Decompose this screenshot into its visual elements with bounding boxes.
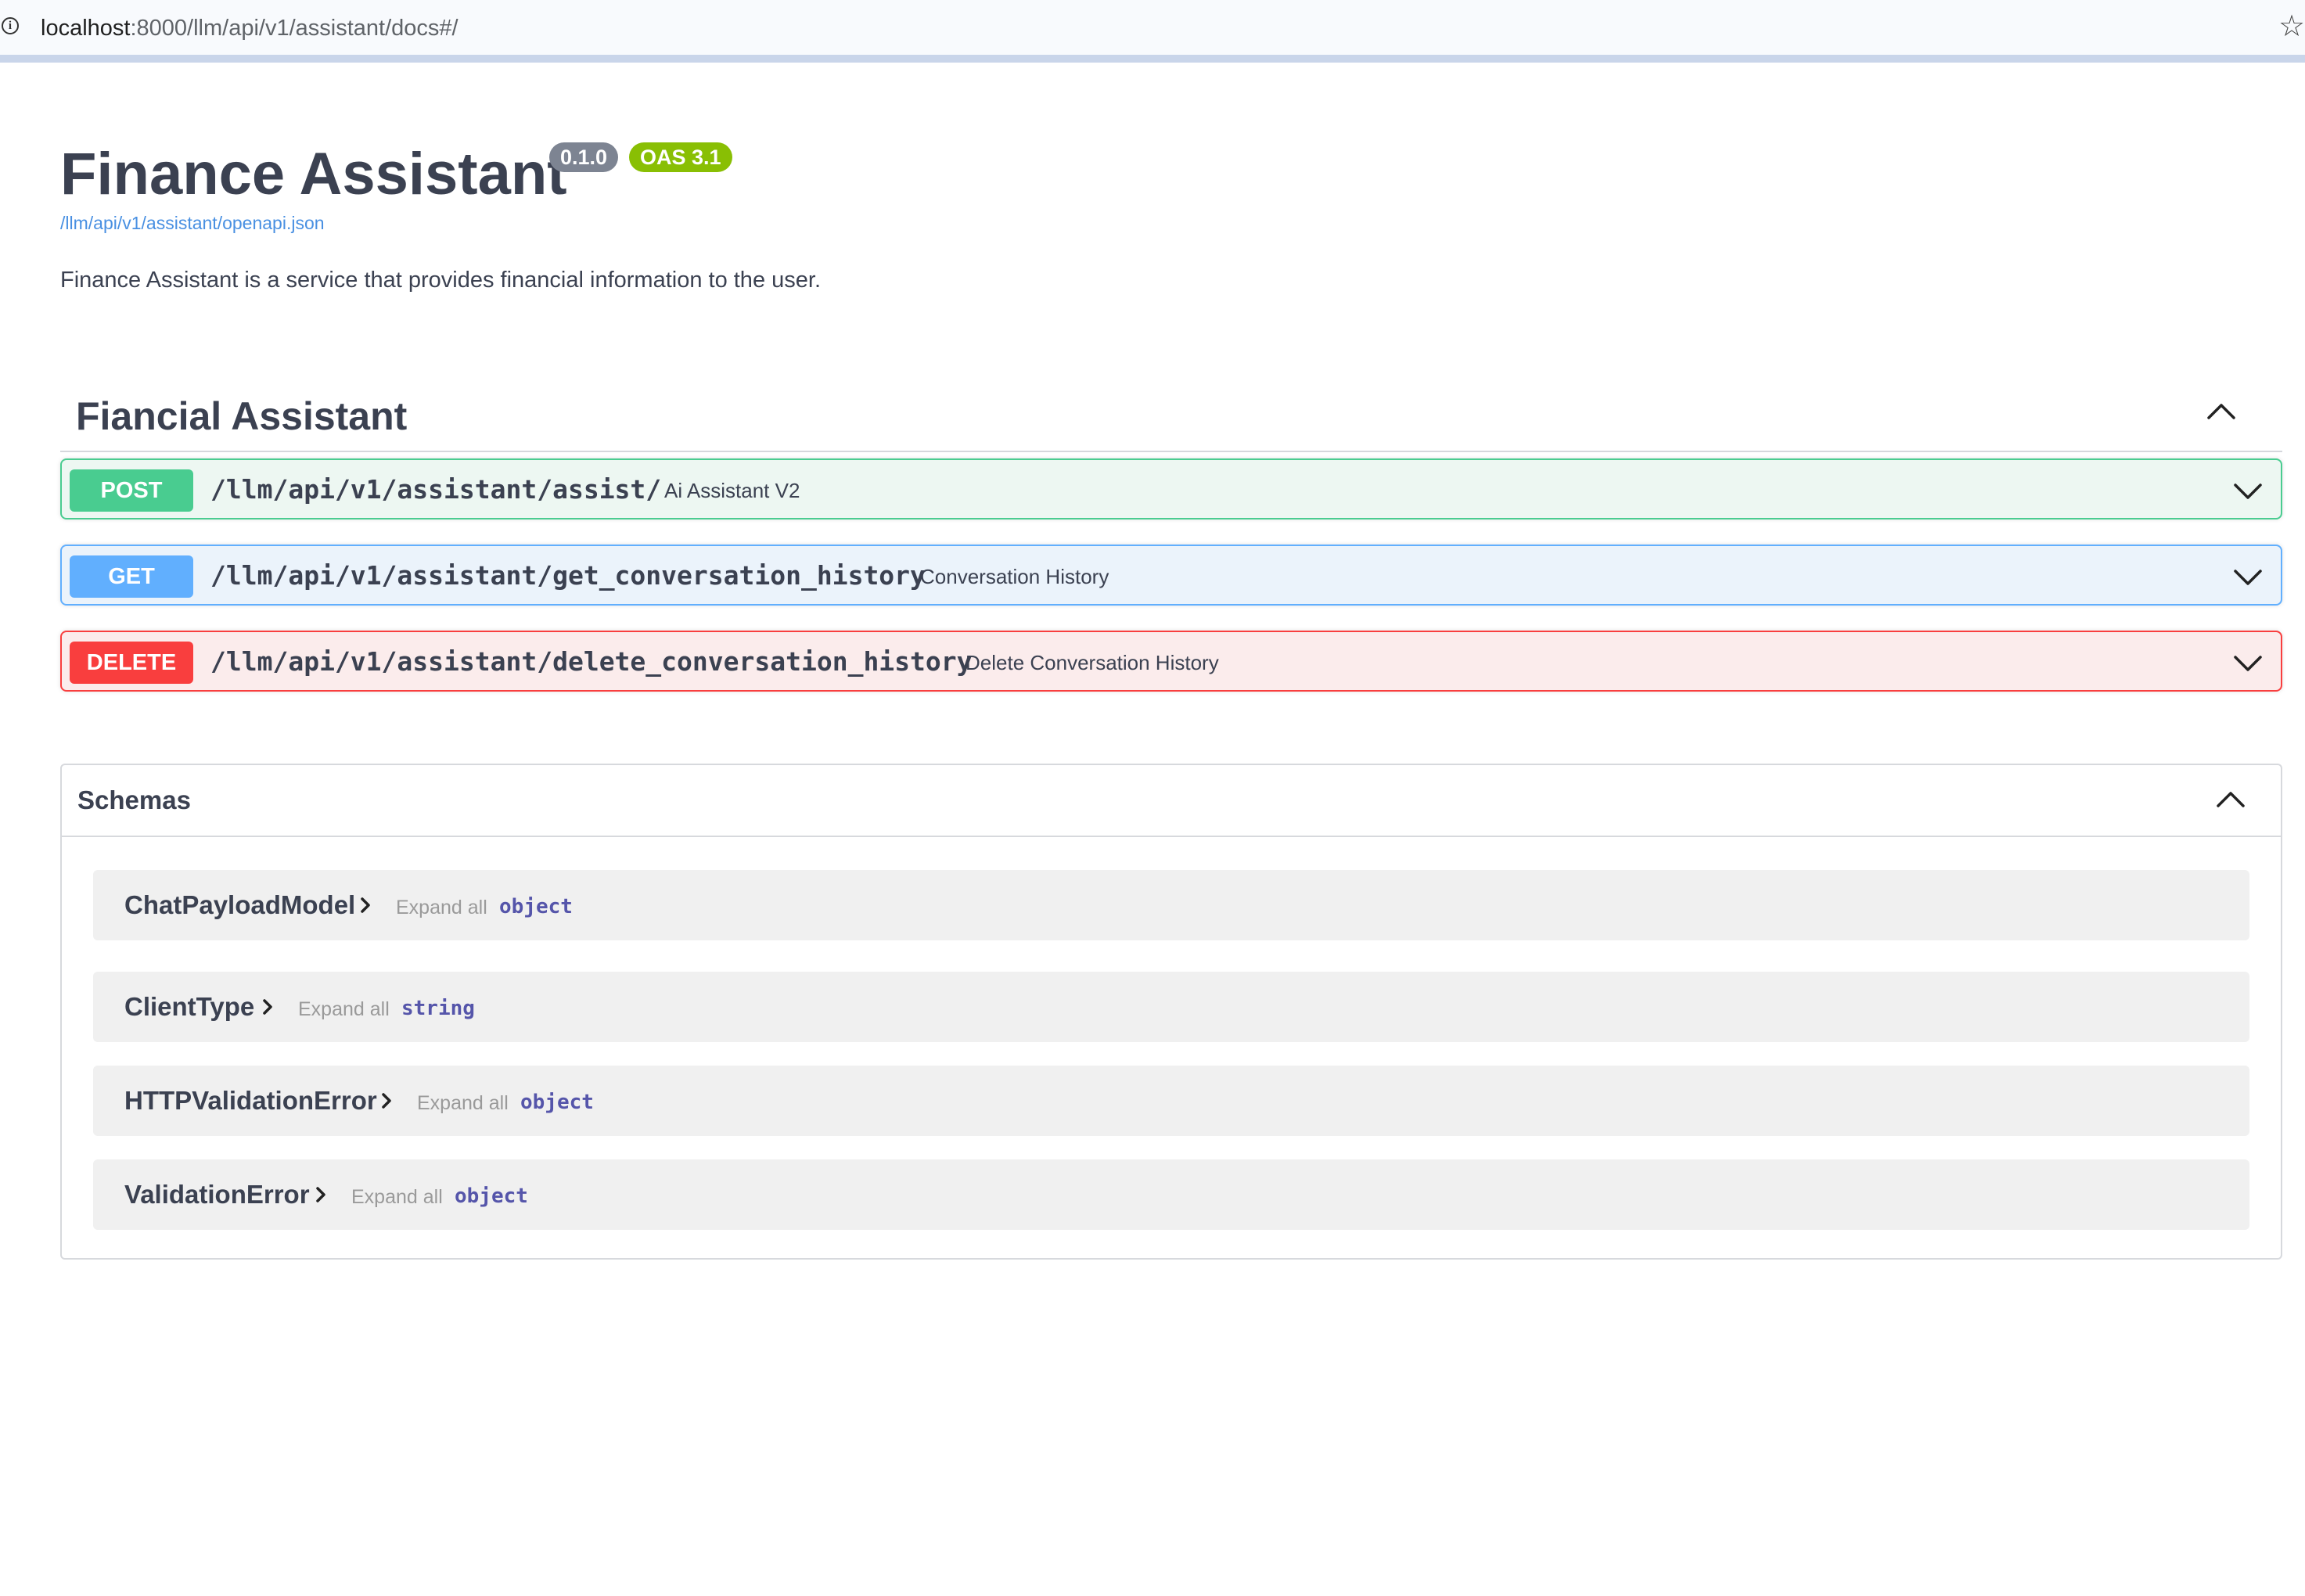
schemas-section: Schemas ChatPayloadModel Expand all obje… bbox=[60, 764, 2282, 1260]
browser-address-bar[interactable]: i localhost:8000/llm/api/v1/assistant/do… bbox=[0, 0, 2305, 63]
chevron-right-icon[interactable] bbox=[359, 896, 372, 915]
chevron-up-icon[interactable] bbox=[2215, 784, 2246, 815]
expand-all-link[interactable]: Expand all bbox=[396, 895, 487, 920]
model-name: ValidationError bbox=[124, 1180, 310, 1209]
model-name: HTTPValidationError bbox=[124, 1086, 377, 1115]
url-path: :8000/llm/api/v1/assistant/docs#/ bbox=[130, 16, 458, 41]
method-badge-post: POST bbox=[70, 469, 193, 512]
schema-model-httpvalidationerror[interactable]: HTTPValidationError Expand all object bbox=[93, 1066, 2249, 1136]
page-title: Finance Assistant bbox=[60, 141, 567, 207]
chevron-up-icon[interactable] bbox=[2206, 396, 2237, 427]
model-type: object bbox=[499, 895, 573, 918]
url-host: localhost bbox=[41, 16, 131, 41]
info-header: Finance Assistant 0.1.0 OAS 3.1 bbox=[60, 139, 732, 210]
chevron-right-icon[interactable] bbox=[315, 1185, 327, 1204]
model-type: object bbox=[520, 1091, 594, 1114]
schemas-header[interactable]: Schemas bbox=[62, 765, 2281, 837]
chevron-down-icon[interactable] bbox=[2232, 476, 2264, 507]
api-description: Finance Assistant is a service that prov… bbox=[60, 268, 821, 293]
method-badge-delete: DELETE bbox=[70, 642, 193, 684]
tag-title: Fiancial Assistant bbox=[76, 394, 408, 438]
star-icon[interactable]: ☆ bbox=[2278, 9, 2305, 44]
chevron-right-icon[interactable] bbox=[380, 1091, 393, 1110]
expand-all-link[interactable]: Expand all bbox=[351, 1184, 443, 1210]
chevron-right-icon[interactable] bbox=[261, 998, 274, 1016]
operation-path: /llm/api/v1/assistant/assist/ bbox=[210, 474, 662, 505]
operation-summary: Ai Assistant V2 bbox=[664, 479, 800, 502]
operation-post-assist[interactable]: POST /llm/api/v1/assistant/assist/ Ai As… bbox=[60, 458, 2282, 519]
info-icon[interactable]: i bbox=[2, 17, 19, 34]
operation-path: /llm/api/v1/assistant/get_conversation_h… bbox=[210, 560, 926, 591]
method-badge-get: GET bbox=[70, 555, 193, 598]
chevron-down-icon[interactable] bbox=[2232, 562, 2264, 593]
version-badge: 0.1.0 bbox=[549, 142, 619, 172]
model-name: ChatPayloadModel bbox=[124, 890, 356, 919]
url-field[interactable]: localhost:8000/llm/api/v1/assistant/docs… bbox=[41, 13, 458, 44]
operation-summary: Conversation History bbox=[920, 565, 1109, 588]
schema-model-validationerror[interactable]: ValidationError Expand all object bbox=[93, 1159, 2249, 1230]
openapi-json-link[interactable]: /llm/api/v1/assistant/openapi.json bbox=[60, 213, 325, 234]
tag-section-header[interactable]: Fiancial Assistant bbox=[60, 379, 2282, 452]
expand-all-link[interactable]: Expand all bbox=[417, 1091, 509, 1116]
model-name: ClientType bbox=[124, 992, 255, 1021]
model-type: string bbox=[401, 997, 475, 1020]
model-type: object bbox=[455, 1184, 528, 1208]
expand-all-link[interactable]: Expand all bbox=[298, 997, 390, 1022]
chevron-down-icon[interactable] bbox=[2232, 648, 2264, 679]
oas-badge: OAS 3.1 bbox=[629, 142, 732, 172]
operation-path: /llm/api/v1/assistant/delete_conversatio… bbox=[210, 646, 973, 677]
schema-model-chatpayloadmodel[interactable]: ChatPayloadModel Expand all object bbox=[93, 870, 2249, 940]
operation-summary: Delete Conversation History bbox=[966, 651, 1219, 674]
schema-model-clienttype[interactable]: ClientType Expand all string bbox=[93, 972, 2249, 1042]
schemas-title: Schemas bbox=[77, 785, 191, 814]
operation-get-conversation-history[interactable]: GET /llm/api/v1/assistant/get_conversati… bbox=[60, 545, 2282, 606]
operation-delete-conversation-history[interactable]: DELETE /llm/api/v1/assistant/delete_conv… bbox=[60, 631, 2282, 692]
